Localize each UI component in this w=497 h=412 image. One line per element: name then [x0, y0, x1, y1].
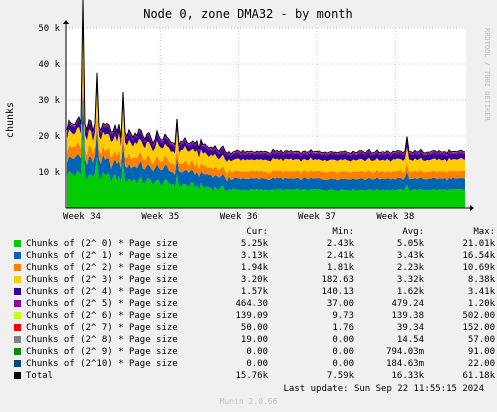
y-tick-label: 50 k	[38, 24, 60, 34]
y-tick-label: 40 k	[38, 60, 60, 70]
legend-swatch	[14, 336, 21, 343]
y-tick-label: 10 k	[38, 168, 60, 178]
legend-label: Chunks of (2^ 1) * Page size	[26, 251, 178, 261]
legend-swatch	[14, 276, 21, 283]
legend-swatch	[14, 372, 21, 379]
legend-min: 1.76	[332, 323, 354, 333]
legend-max: 16.54k	[462, 251, 495, 261]
legend-max: 91.00	[467, 347, 495, 357]
legend-min: 2.43k	[326, 239, 354, 249]
legend-cur: 0.00	[246, 347, 268, 357]
x-axis-arrow	[470, 205, 474, 211]
legend-max: 57.00	[467, 335, 495, 345]
legend-cur: 1.94k	[240, 263, 268, 273]
legend-swatch	[14, 252, 21, 259]
legend-swatch	[14, 240, 21, 247]
footer: Munin 2.0.66	[219, 397, 278, 406]
x-tick-label: Week 36	[220, 212, 258, 222]
legend-label: Chunks of (2^ 0) * Page size	[26, 239, 178, 249]
legend-swatch	[14, 300, 21, 307]
legend-max: 152.00	[462, 323, 495, 333]
legend-max: 502.00	[462, 311, 495, 321]
legend-swatch	[14, 360, 21, 367]
legend-label: Chunks of (2^ 4) * Page size	[26, 287, 178, 297]
legend-cur: 15.76k	[235, 371, 268, 381]
legend-avg: 39.34	[396, 323, 424, 333]
legend-cur: 5.25k	[240, 239, 268, 249]
legend-max: 21.01k	[462, 239, 495, 249]
legend-swatch	[14, 288, 21, 295]
chart-title: Node 0, zone DMA32 - by month	[143, 7, 353, 21]
legend-avg: 3.32k	[396, 275, 424, 285]
header-avg: Avg:	[402, 227, 424, 237]
legend-cur: 0.00	[246, 359, 268, 369]
legend-min: 0.00	[332, 347, 354, 357]
legend-label: Chunks of (2^ 9) * Page size	[26, 347, 178, 357]
legend-swatch	[14, 312, 21, 319]
legend-min: 0.00	[332, 359, 354, 369]
legend-label: Chunks of (2^ 5) * Page size	[26, 299, 178, 309]
legend-cur: 464.30	[235, 299, 268, 309]
y-axis-arrow	[63, 20, 69, 24]
last-update: Last update: Sun Sep 22 11:55:15 2024	[283, 384, 484, 394]
y-tick-label: 20 k	[38, 132, 60, 142]
legend-max: 8.38k	[467, 275, 495, 285]
legend-min: 7.59k	[326, 371, 354, 381]
legend-max: 10.69k	[462, 263, 495, 273]
legend-label: Total	[26, 371, 54, 381]
legend-label: Chunks of (2^ 7) * Page size	[26, 323, 178, 333]
legend-label: Chunks of (2^ 3) * Page size	[26, 275, 178, 285]
legend-swatch	[14, 348, 21, 355]
rrdtool-watermark: RRDTOOL / TOBI OETIKER	[483, 28, 491, 122]
legend-label: Chunks of (2^ 6) * Page size	[26, 311, 178, 321]
legend-avg: 16.33k	[391, 371, 424, 381]
y-axis-label: chunks	[5, 102, 16, 138]
legend-min: 182.63	[321, 275, 354, 285]
legend-min: 0.00	[332, 335, 354, 345]
legend-swatch	[14, 264, 21, 271]
legend-cur: 19.00	[240, 335, 268, 345]
y-tick-label: 30 k	[38, 96, 60, 106]
legend-avg: 5.05k	[396, 239, 424, 249]
x-tick-label: Week 38	[376, 212, 414, 222]
x-tick-label: Week 34	[63, 212, 101, 222]
legend-min: 1.81k	[326, 263, 354, 273]
legend-cur: 3.13k	[240, 251, 268, 261]
legend-cur: 50.00	[240, 323, 268, 333]
legend-label: Chunks of (2^10) * Page size	[26, 359, 178, 369]
header-max: Max:	[473, 227, 495, 237]
legend-avg: 139.38	[391, 311, 424, 321]
legend-max: 1.20k	[467, 299, 495, 309]
legend-avg: 184.63m	[386, 359, 424, 369]
legend-max: 61.18k	[462, 371, 495, 381]
legend-cur: 1.57k	[240, 287, 268, 297]
legend-label: Chunks of (2^ 2) * Page size	[26, 263, 178, 273]
header-min: Min:	[332, 227, 354, 237]
x-tick-label: Week 37	[298, 212, 336, 222]
legend-swatch	[14, 324, 21, 331]
legend-max: 3.41k	[467, 287, 495, 297]
legend-min: 9.73	[332, 311, 354, 321]
x-tick-label: Week 35	[141, 212, 179, 222]
legend-max: 22.00	[467, 359, 495, 369]
legend-cur: 3.20k	[240, 275, 268, 285]
legend-min: 2.41k	[326, 251, 354, 261]
legend-avg: 2.23k	[396, 263, 424, 273]
legend-avg: 14.54	[396, 335, 424, 345]
legend-min: 140.13	[321, 287, 354, 297]
legend-avg: 794.03m	[386, 347, 424, 357]
legend-avg: 1.62k	[396, 287, 424, 297]
legend-cur: 139.09	[235, 311, 268, 321]
header-cur: Cur:	[246, 227, 268, 237]
legend-label: Chunks of (2^ 8) * Page size	[26, 335, 178, 345]
legend-avg: 3.43k	[396, 251, 424, 261]
legend-min: 37.00	[326, 299, 354, 309]
legend-avg: 479.24	[391, 299, 424, 309]
